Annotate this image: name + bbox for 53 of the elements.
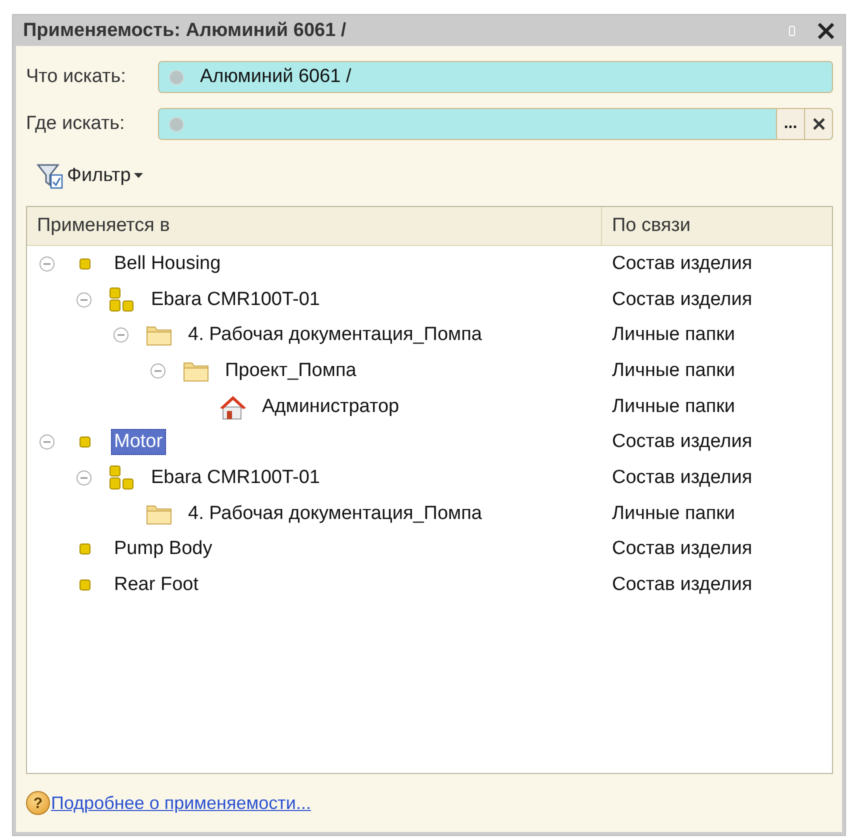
tree-item[interactable]: 4. Рабочая документация_Помпа [185, 500, 485, 527]
table-cell: Состав изделия [612, 538, 752, 560]
table-cell: Личные папки [612, 396, 736, 417]
table-cell: Состав изделия [612, 252, 752, 274]
tree-item[interactable]: Ebara CMR100T-01 [148, 286, 323, 313]
table-cell: Состав изделия [612, 431, 752, 452]
assembly-icon [109, 464, 135, 491]
collapse-icon[interactable] [39, 434, 55, 450]
part-icon [79, 258, 91, 270]
folder-icon [183, 360, 209, 382]
select-button[interactable]: ... [776, 109, 804, 139]
part-icon [79, 579, 91, 592]
help-link[interactable]: Подробнее о применяемости... [51, 792, 311, 814]
table-cell: Состав изделия [612, 466, 752, 488]
part-icon [79, 436, 91, 448]
window-title: Применяемость: Алюминий 6061 / [23, 20, 348, 42]
tree-item[interactable]: Администратор [259, 394, 402, 420]
tree-item[interactable]: 4. Рабочая документация_Помпа [185, 322, 485, 348]
folder-icon [146, 324, 172, 346]
field-label: Где искать: [26, 113, 126, 135]
table-cell: Состав изделия [612, 574, 752, 596]
house-icon [219, 394, 247, 420]
tree-item[interactable]: Проект_Помпа [222, 358, 360, 384]
tree-item[interactable]: Pump Body [111, 536, 216, 562]
status-dot-icon [169, 116, 184, 132]
field-label: Что искать: [26, 66, 127, 88]
tree-item[interactable]: Motor [111, 429, 166, 456]
column-header[interactable]: Применяется в [27, 207, 602, 245]
help-icon: ? [26, 791, 50, 815]
table-cell: Личные папки [612, 324, 736, 346]
status-dot-icon [169, 70, 184, 84]
caret-icon [134, 173, 143, 179]
clear-icon[interactable] [812, 118, 824, 130]
input-field[interactable]: ... [158, 108, 833, 140]
table-cell: Состав изделия [612, 288, 752, 310]
column-header[interactable]: По связи [602, 207, 832, 245]
table-cell: Личные папки [612, 360, 736, 381]
table-cell: Личные папки [612, 502, 736, 524]
collapse-icon[interactable] [76, 470, 92, 486]
input-field[interactable]: Алюминий 6061 / [158, 61, 833, 93]
filter-icon [36, 162, 64, 190]
collapse-icon[interactable] [76, 292, 92, 308]
assembly-icon [109, 286, 135, 313]
collapse-icon[interactable] [150, 362, 166, 379]
collapse-icon[interactable] [113, 327, 129, 344]
tree-item[interactable]: Bell Housing [111, 250, 224, 277]
tree-item[interactable]: Rear Foot [111, 572, 202, 598]
tree-item[interactable]: Ebara CMR100T-01 [148, 464, 323, 491]
filter-button[interactable]: Фильтр [32, 162, 147, 190]
collapse-icon[interactable] [39, 256, 55, 272]
part-icon [79, 543, 91, 556]
folder-icon [146, 502, 172, 525]
close-icon[interactable] [817, 22, 835, 40]
